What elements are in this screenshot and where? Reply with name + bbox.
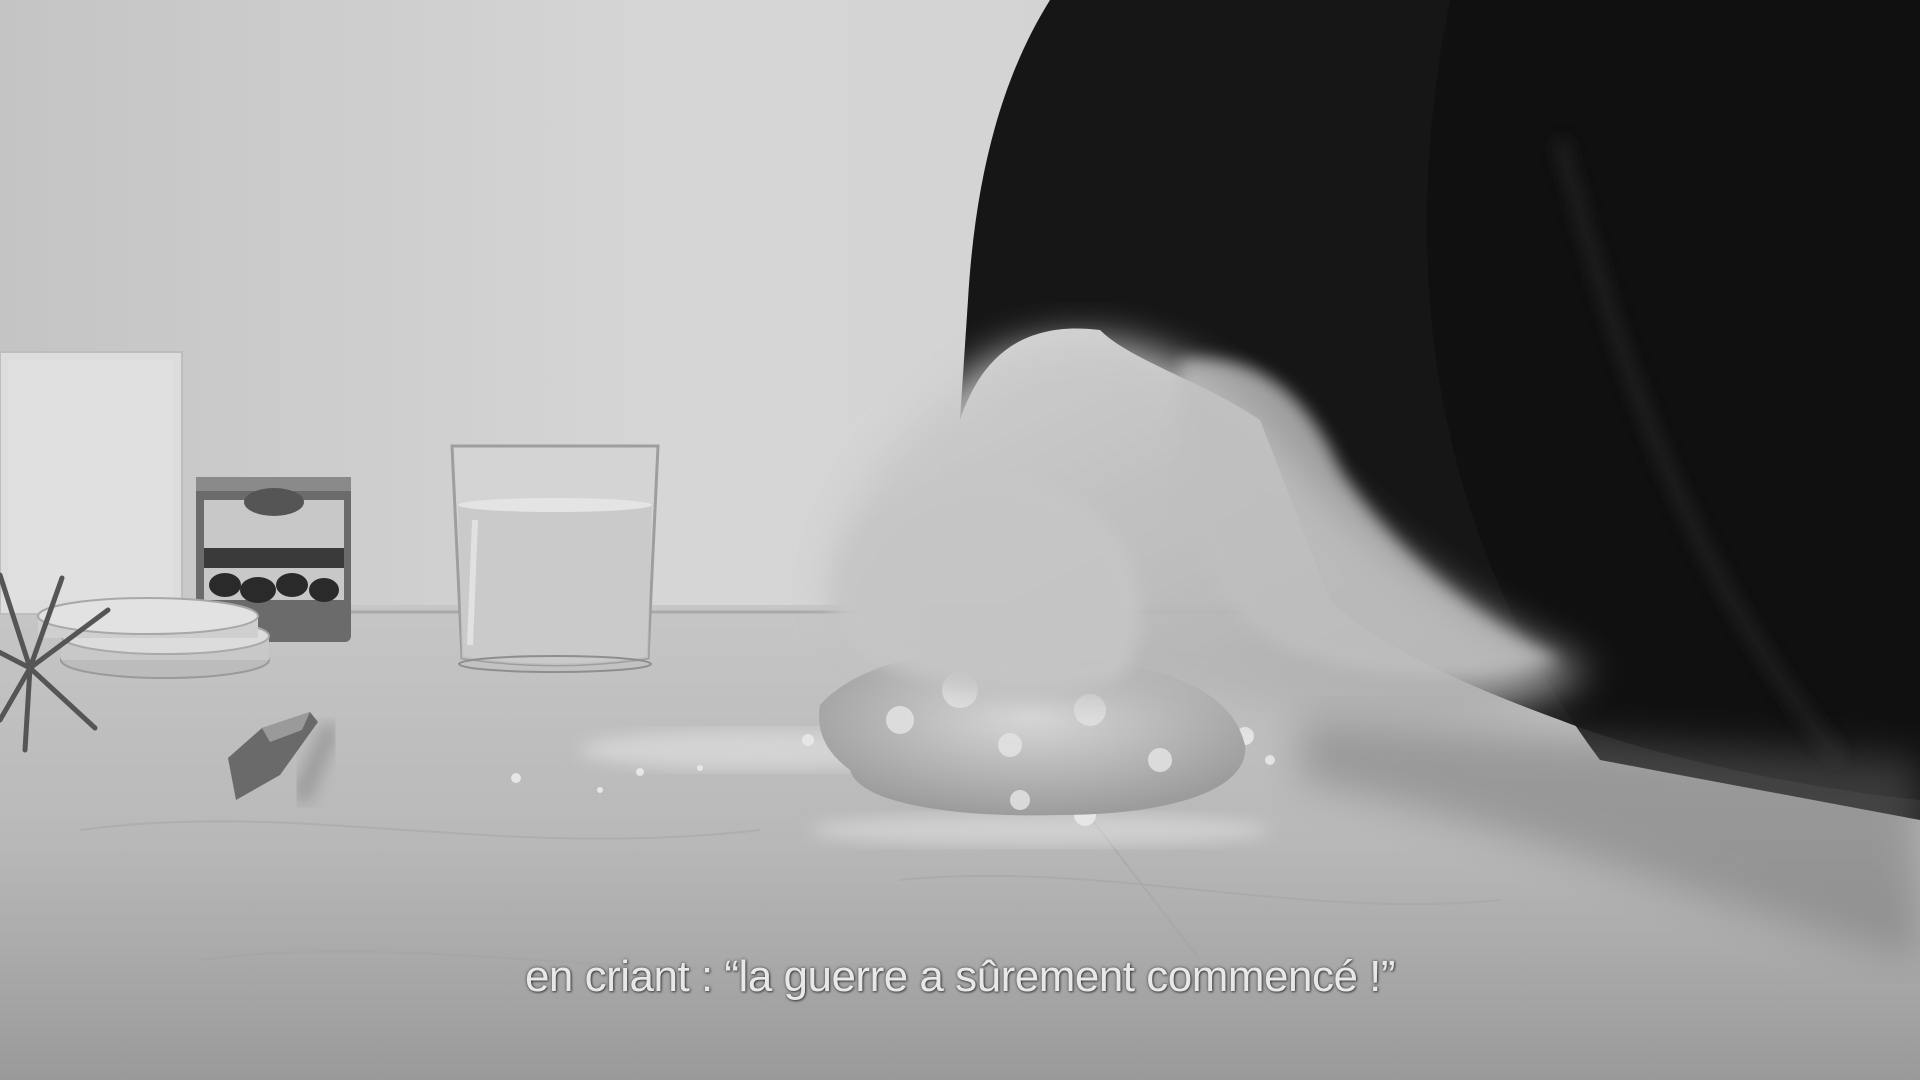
kitchen-scene [0, 0, 1920, 1080]
video-subtitle: en criant : “la guerre a sûrement commen… [524, 952, 1396, 1001]
glass-block-inner [8, 360, 173, 600]
water-glass [450, 444, 660, 673]
video-frame: en criant : “la guerre a sûrement commen… [0, 0, 1920, 1080]
